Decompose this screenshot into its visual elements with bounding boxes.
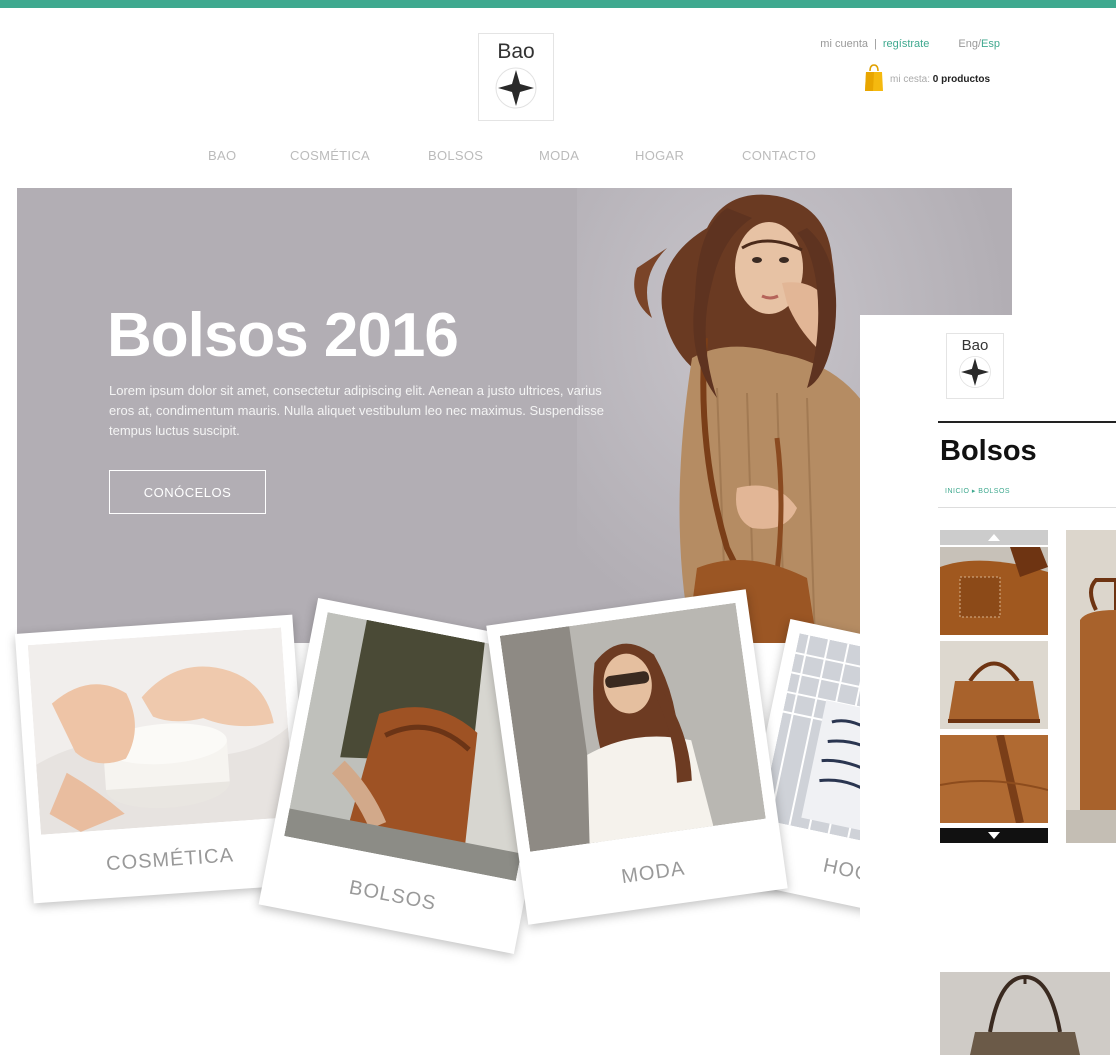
main-nav: BAO COSMÉTICA BOLSOS MODA HOGAR CONTACTO [190, 148, 850, 170]
my-account-link[interactable]: mi cuenta [820, 38, 868, 50]
chevron-down-icon [988, 832, 1000, 839]
moda-photo [499, 602, 766, 852]
breadcrumb-divider [938, 507, 1116, 508]
carousel-down-button[interactable] [940, 828, 1048, 843]
star-icon [959, 356, 991, 388]
shopping-bag-icon [865, 64, 883, 91]
product-detail-page: Bao Bolsos INICIO ▸ BOLSOS [860, 315, 1116, 1055]
detail-logo[interactable]: Bao [946, 333, 1004, 399]
nav-item-cosmetica[interactable]: COSMÉTICA [290, 148, 370, 163]
detail-page-title: Bolsos [940, 435, 1037, 467]
lang-eng[interactable]: Eng [958, 38, 978, 50]
thumbnail-carousel [940, 530, 1048, 846]
cart-count: 0 productos [932, 74, 991, 85]
carousel-up-button[interactable] [940, 530, 1048, 545]
thumbnail-3[interactable] [940, 735, 1048, 823]
account-links: mi cuenta | regístrate Eng/Esp [760, 38, 1000, 50]
thumbnail-2[interactable] [940, 641, 1048, 729]
detail-logo-word: Bao [961, 337, 989, 354]
title-divider [938, 421, 1116, 423]
lang-esp[interactable]: Esp [981, 38, 1000, 50]
star-icon [495, 67, 537, 109]
top-accent-bar [0, 0, 1116, 8]
language-switcher: Eng/Esp [958, 38, 1000, 50]
nav-item-bao[interactable]: BAO [208, 148, 236, 163]
brand-logo[interactable]: Bao [478, 33, 554, 121]
product-image-preview[interactable] [940, 972, 1110, 1055]
nav-item-bolsos[interactable]: BOLSOS [428, 148, 483, 163]
cart-label: mi cesta: [890, 74, 931, 85]
category-label-moda: MODA [620, 857, 687, 889]
hero-title: Bolsos 2016 [107, 301, 459, 370]
hero-description: Lorem ipsum dolor sit amet, consectetur … [109, 383, 604, 438]
discover-button[interactable]: CONÓCELOS [109, 470, 266, 514]
cart-summary[interactable]: mi cesta: 0 productos [860, 64, 1002, 92]
separator: | [874, 38, 877, 50]
breadcrumb[interactable]: INICIO ▸ BOLSOS [945, 487, 1010, 495]
chevron-up-icon [988, 534, 1000, 541]
nav-item-contacto[interactable]: CONTACTO [742, 148, 816, 163]
category-card-moda[interactable]: MODA [486, 589, 788, 925]
logo-word: Bao [497, 40, 535, 63]
thumbnail-1[interactable] [940, 547, 1048, 635]
nav-item-hogar[interactable]: HOGAR [635, 148, 684, 163]
nav-item-moda[interactable]: MODA [539, 148, 579, 163]
main-product-image [1066, 530, 1116, 843]
register-link[interactable]: regístrate [883, 38, 929, 50]
cosmetica-photo [27, 627, 295, 835]
